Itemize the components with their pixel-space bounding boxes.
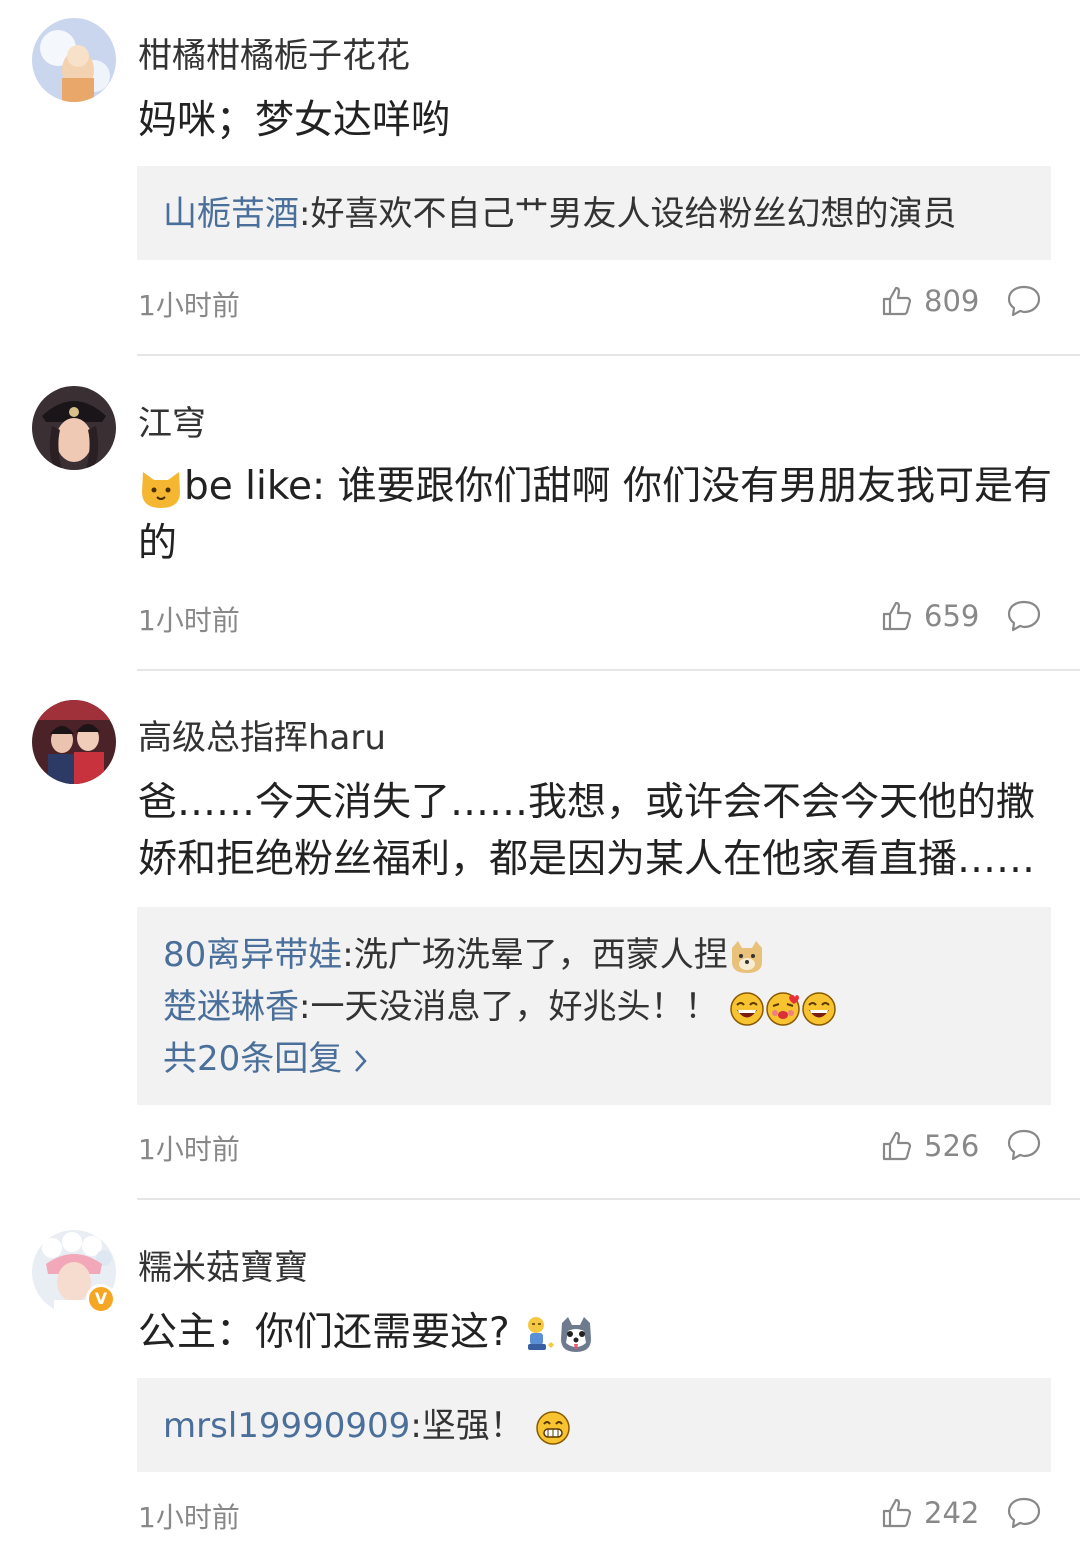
reply-text: :坚强！	[410, 1406, 524, 1446]
like-count: 659	[924, 599, 980, 633]
more-replies-link[interactable]: 共20条回复	[163, 1033, 1025, 1085]
reply-preview[interactable]: 80离异带娃:洗广场洗晕了，西蒙人捏 楚迷琳香:一天没消息了，好兆头！！ 共20…	[137, 907, 1051, 1105]
comment-bubble-icon[interactable]	[1006, 284, 1042, 318]
chevron-right-icon	[353, 1047, 369, 1075]
reply-preview[interactable]: 山栀苦酒:好喜欢不自己艹男友人设给粉丝幻想的演员	[137, 166, 1051, 260]
username[interactable]: 高级总指挥haru	[138, 710, 386, 759]
timestamp: 1小时前	[138, 604, 240, 637]
comment-item: 高级总指挥haru 爸……今天消失了……我想，或许会不会今天他的撒娇和拒绝粉丝福…	[0, 670, 1080, 1200]
reply-username[interactable]: 楚迷琳香	[163, 987, 299, 1027]
username[interactable]: 糯米菇寶寶	[138, 1240, 308, 1289]
thumbs-up-icon	[880, 1496, 914, 1530]
timestamp: 1小时前	[138, 289, 240, 322]
comment-text-content: 公主：你们还需要这?	[138, 1310, 510, 1355]
like-button[interactable]: 242	[880, 1493, 979, 1533]
kiss-emoji-icon	[765, 991, 801, 1027]
reply-line: 山栀苦酒:好喜欢不自己艹男友人设给粉丝幻想的演员	[163, 188, 1025, 240]
comment-bubble-icon[interactable]	[1006, 1496, 1042, 1530]
avatar[interactable]	[32, 700, 116, 784]
grinning-emoji-icon	[535, 1410, 571, 1446]
like-button[interactable]: 526	[880, 1126, 979, 1166]
husky-emoji-icon	[556, 1315, 596, 1355]
like-count: 809	[924, 284, 980, 318]
comment-text-content: be like: 谁要跟你们甜啊 你们没有男朋友我可是有的	[138, 464, 1052, 566]
avatar[interactable]	[32, 386, 116, 470]
avatar[interactable]	[32, 18, 116, 102]
reply-line: mrsl19990909:坚强！	[163, 1400, 1025, 1452]
timestamp: 1小时前	[138, 1501, 240, 1534]
reply-line: 80离异带娃:洗广场洗晕了，西蒙人捏	[163, 929, 1025, 981]
username[interactable]: 江穹	[138, 396, 206, 445]
reply-username[interactable]: mrsl19990909	[163, 1406, 410, 1446]
verified-badge-icon: V	[86, 1284, 116, 1314]
comment-item: V 糯米菇寶寶 公主：你们还需要这? mrsl19990909:坚强！ 1小时前…	[0, 1200, 1080, 1568]
reply-preview[interactable]: mrsl19990909:坚强！	[137, 1378, 1051, 1472]
like-button[interactable]: 659	[880, 596, 979, 636]
cat-emoji-icon	[138, 466, 184, 512]
thumbs-up-icon	[880, 284, 914, 318]
comment-text: be like: 谁要跟你们甜啊 你们没有男朋友我可是有的	[138, 458, 1053, 572]
kneeling-person-emoji-icon	[522, 1315, 556, 1355]
comment-bubble-icon[interactable]	[1006, 599, 1042, 633]
timestamp: 1小时前	[138, 1133, 240, 1166]
reply-line: 楚迷琳香:一天没消息了，好兆头！！	[163, 981, 1025, 1033]
comment-text: 妈咪；梦女达咩哟	[138, 98, 451, 143]
comment-item: 柑橘柑橘栀子花花 妈咪；梦女达咩哟 山栀苦酒:好喜欢不自己艹男友人设给粉丝幻想的…	[0, 0, 1080, 356]
comment-text: 爸……今天消失了……我想，或许会不会今天他的撒娇和拒绝粉丝福利，都是因为某人在他…	[138, 780, 1036, 882]
comment-item: 江穹 be like: 谁要跟你们甜啊 你们没有男朋友我可是有的 1小时前 65…	[0, 356, 1080, 671]
comment-text: 公主：你们还需要这?	[138, 1304, 1053, 1361]
thumbs-up-icon	[880, 599, 914, 633]
like-count: 526	[924, 1129, 980, 1163]
doge-emoji-icon	[728, 938, 766, 976]
like-button[interactable]: 809	[880, 281, 979, 321]
laughing-emoji-icon	[729, 991, 765, 1027]
reply-text: :好喜欢不自己艹男友人设给粉丝幻想的演员	[299, 194, 957, 234]
reply-text: :洗广场洗晕了，西蒙人捏	[342, 935, 728, 975]
more-replies-label: 共20条回复	[163, 1039, 343, 1079]
like-count: 242	[924, 1496, 980, 1530]
reply-text: :一天没消息了，好兆头！！	[299, 987, 719, 1027]
thumbs-up-icon	[880, 1129, 914, 1163]
reply-username[interactable]: 山栀苦酒	[163, 194, 299, 234]
reply-username[interactable]: 80离异带娃	[163, 935, 342, 975]
comment-bubble-icon[interactable]	[1006, 1128, 1042, 1162]
username[interactable]: 柑橘柑橘栀子花花	[138, 28, 410, 77]
laughing-emoji-icon	[801, 991, 837, 1027]
